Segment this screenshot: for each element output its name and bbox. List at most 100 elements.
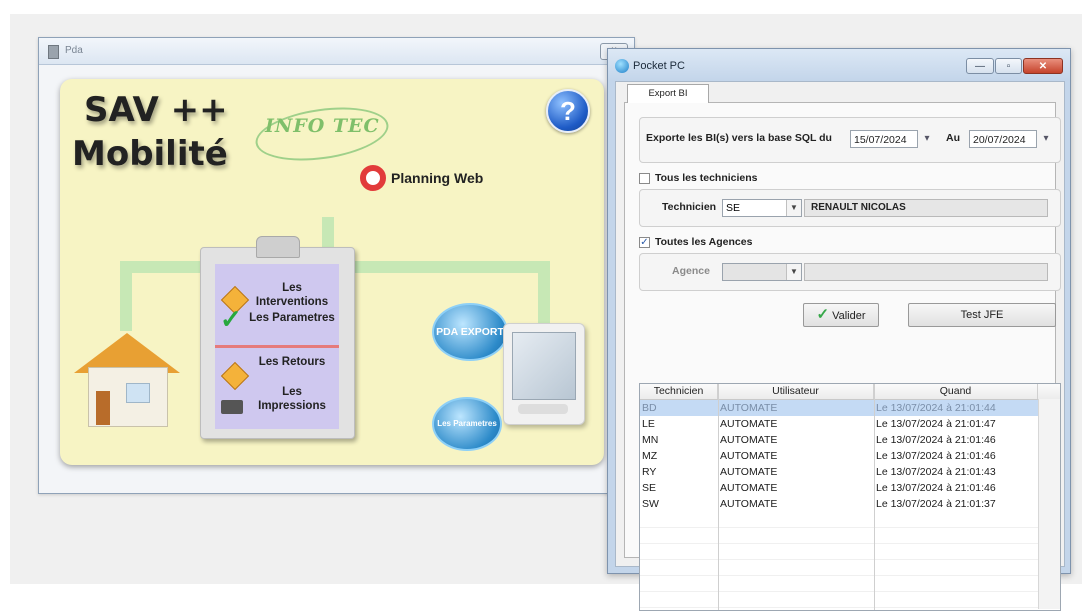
menu-impressions[interactable]: Les Impressions: [247, 386, 337, 414]
parametres-bubble-button[interactable]: Les Parametres: [432, 397, 502, 451]
chevron-down-icon[interactable]: ▼: [786, 200, 801, 216]
quand-cell: Le 13/07/2024 à 21:01:46: [876, 434, 996, 446]
all-techs-label: Tous les techniciens: [655, 172, 758, 184]
date-from-field[interactable]: 15/07/2024: [850, 130, 918, 148]
menu-retours[interactable]: Les Retours: [247, 356, 337, 370]
menu-divider: [215, 345, 339, 348]
pocket-pc-client-area: Export BI Exporte les BI(s) vers la base…: [615, 81, 1065, 611]
technicien-cell: LE: [642, 418, 655, 430]
quand-cell: Le 13/07/2024 à 21:01:46: [876, 450, 996, 462]
validate-label: Valider: [832, 310, 866, 322]
check-icon: ✓: [816, 306, 830, 323]
table-row[interactable]: RY AUTOMATE Le 13/07/2024 à 21:01:43: [640, 464, 1038, 480]
utilisateur-cell: AUTOMATE: [720, 402, 778, 414]
export-bi-tab-page: Exporte les BI(s) vers la base SQL du 15…: [624, 102, 1061, 611]
grid-header-utilisateur[interactable]: Utilisateur: [718, 384, 874, 399]
table-row[interactable]: MN AUTOMATE Le 13/07/2024 à 21:01:46: [640, 432, 1038, 448]
agence-group: Agence ▼: [639, 253, 1061, 291]
utilisateur-cell: AUTOMATE: [720, 466, 778, 478]
app-title-line1: SAV ++: [84, 90, 228, 130]
quand-cell: Le 13/07/2024 à 21:01:47: [876, 418, 996, 430]
quand-cell: Le 13/07/2024 à 21:01:44: [876, 402, 996, 414]
agence-label: Agence: [672, 265, 710, 277]
technicien-cell: SE: [642, 482, 657, 494]
technicien-cell: RY: [642, 466, 657, 478]
grid-header-technicien[interactable]: Technicien: [640, 384, 718, 399]
technicien-name-field: RENAULT NICOLAS: [804, 199, 1048, 217]
table-row[interactable]: MZ AUTOMATE Le 13/07/2024 à 21:01:46: [640, 448, 1038, 464]
quand-cell: Le 13/07/2024 à 21:01:46: [876, 482, 996, 494]
technicien-cell: SW: [642, 498, 659, 510]
date-to-field[interactable]: 20/07/2024: [969, 130, 1037, 148]
table-row[interactable]: LE AUTOMATE Le 13/07/2024 à 21:01:47: [640, 416, 1038, 432]
pda-device-icon: [503, 323, 585, 425]
close-button[interactable]: ✕: [1023, 58, 1063, 74]
grid-header: Technicien Utilisateur Quand: [640, 384, 1060, 400]
au-label: Au: [946, 132, 960, 144]
all-techs-checkbox[interactable]: [639, 173, 650, 184]
lifebuoy-icon: [360, 165, 386, 191]
pocket-pc-window: Pocket PC — ▫ ✕ Export BI Exporte les BI…: [607, 48, 1071, 611]
menu-interventions[interactable]: Les Interventions: [247, 282, 337, 310]
test-jfe-button[interactable]: Test JFE: [908, 303, 1056, 327]
quand-cell: Le 13/07/2024 à 21:01:43: [876, 466, 996, 478]
pda-export-button[interactable]: PDA EXPORT: [432, 303, 508, 361]
table-row[interactable]: SW AUTOMATE Le 13/07/2024 à 21:01:37: [640, 496, 1038, 512]
date-from-calendar-icon[interactable]: ▾: [919, 132, 935, 146]
technicien-group: Technicien SE ▼ RENAULT NICOLAS: [639, 189, 1061, 227]
utilisateur-cell: AUTOMATE: [720, 450, 778, 462]
printer-icon: [221, 400, 243, 414]
technicien-select[interactable]: SE ▼: [722, 199, 802, 217]
maximize-button[interactable]: ▫: [995, 58, 1022, 74]
app-title-line2: Mobilité: [72, 134, 228, 174]
empty-row-line: [640, 591, 1038, 592]
export-grid: Technicien Utilisateur Quand BD AUTOMATE L…: [639, 383, 1061, 611]
empty-row-line: [640, 575, 1038, 576]
pipe-left-vertical: [120, 261, 132, 331]
pda-home-panel: SAV ++ Mobilité ? INFO TEC Planning Web: [60, 79, 604, 465]
export-label: Exporte les BI(s) vers la base SQL du: [646, 132, 832, 144]
all-agencies-label: Toutes les Agences: [655, 236, 753, 248]
utilisateur-cell: AUTOMATE: [720, 482, 778, 494]
pda-window: Pda × SAV ++ Mobilité ? INFO TEC Plannin…: [38, 37, 635, 494]
technicien-cell: MN: [642, 434, 659, 446]
brand-logo: INFO TEC: [265, 115, 380, 137]
technicien-cell: BD: [642, 402, 657, 414]
utilisateur-cell: AUTOMATE: [720, 434, 778, 446]
planning-web-link[interactable]: Planning Web: [360, 165, 483, 191]
agence-name-field: [804, 263, 1048, 281]
parametres-check-icon: ✓: [220, 304, 242, 334]
agence-select[interactable]: ▼: [722, 263, 802, 281]
empty-row-line: [640, 559, 1038, 560]
planning-web-label: Planning Web: [391, 170, 484, 186]
pocket-pc-app-icon: [615, 59, 629, 73]
tab-export-bi[interactable]: Export BI: [627, 84, 709, 103]
pda-app-icon: [48, 45, 59, 59]
pocket-pc-title-bar[interactable]: Pocket PC — ▫ ✕: [608, 49, 1070, 81]
export-dates-group: Exporte les BI(s) vers la base SQL du 15…: [639, 117, 1061, 163]
technicien-cell: MZ: [642, 450, 658, 462]
help-button[interactable]: ?: [546, 89, 590, 133]
validate-button[interactable]: ✓ Valider: [803, 303, 879, 327]
empty-row-line: [640, 527, 1038, 528]
table-row[interactable]: BD AUTOMATE Le 13/07/2024 à 21:01:44: [640, 400, 1038, 416]
all-agencies-checkbox[interactable]: ✓: [639, 237, 650, 248]
table-row[interactable]: SE AUTOMATE Le 13/07/2024 à 21:01:46: [640, 480, 1038, 496]
menu-clipboard: Les Interventions ✓ Les Parametres Les R…: [200, 236, 355, 439]
grid-scrollbar[interactable]: [1038, 399, 1060, 609]
pocket-pc-window-title: Pocket PC: [633, 60, 685, 72]
grid-header-quand[interactable]: Quand: [874, 384, 1038, 399]
menu-parametres[interactable]: Les Parametres: [247, 312, 337, 326]
technicien-select-value: SE: [726, 202, 741, 214]
chevron-down-icon[interactable]: ▼: [786, 264, 801, 280]
minimize-button[interactable]: —: [966, 58, 994, 74]
quand-cell: Le 13/07/2024 à 21:01:37: [876, 498, 996, 510]
utilisateur-cell: AUTOMATE: [720, 498, 778, 510]
pda-window-body: SAV ++ Mobilité ? INFO TEC Planning Web: [39, 65, 634, 493]
empty-row-line: [640, 543, 1038, 544]
house-icon[interactable]: [70, 325, 182, 435]
pda-title-bar[interactable]: Pda ×: [39, 38, 634, 65]
empty-row-line: [640, 607, 1038, 608]
date-to-calendar-icon[interactable]: ▾: [1038, 132, 1054, 146]
utilisateur-cell: AUTOMATE: [720, 418, 778, 430]
